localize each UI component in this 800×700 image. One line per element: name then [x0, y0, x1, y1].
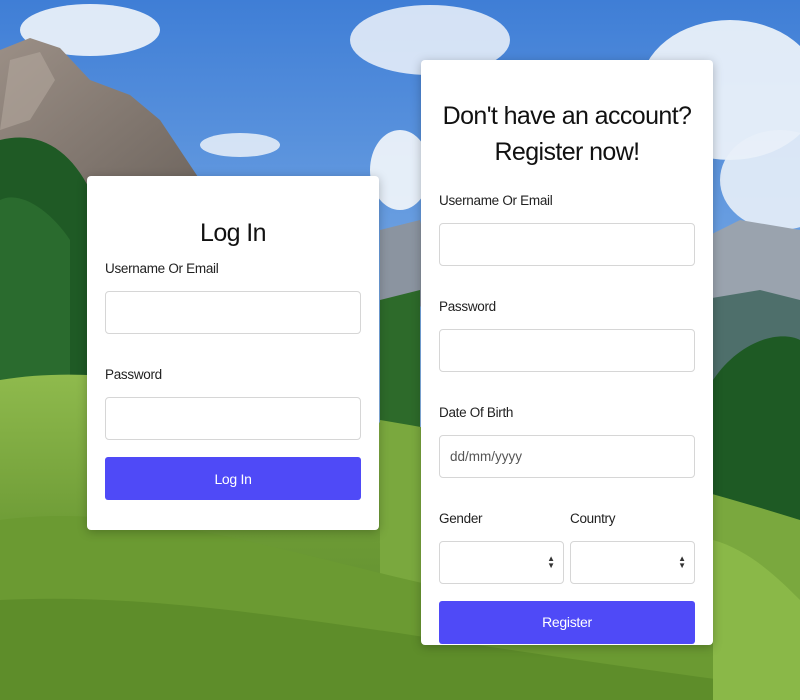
register-password-label: Password [439, 298, 496, 314]
register-country-select[interactable]: ▲ ▼ [570, 540, 695, 584]
login-button[interactable]: Log In [105, 457, 361, 501]
login-password-label: Password [105, 367, 162, 383]
register-dob-input[interactable] [439, 434, 695, 478]
register-dob-label: Date Of Birth [439, 404, 514, 420]
register-username-label: Username Or Email [439, 192, 553, 208]
updown-chevron-icon: ▲ ▼ [547, 553, 555, 570]
register-country-label: Country [570, 510, 616, 526]
register-title: Don't have an account? Register now! [442, 102, 692, 167]
login-username-input[interactable] [105, 291, 361, 335]
updown-chevron-icon: ▲ ▼ [678, 553, 686, 570]
login-password-input[interactable] [105, 397, 361, 441]
register-gender-select[interactable]: ▲ ▼ [439, 540, 564, 584]
register-gender-label: Gender [439, 510, 483, 526]
register-username-input[interactable] [439, 222, 695, 266]
register-password-input[interactable] [439, 328, 695, 372]
page-background: Log In Username Or Email Password Log In… [0, 0, 800, 700]
login-username-label: Username Or Email [105, 261, 219, 277]
login-card: Log In Username Or Email Password Log In [87, 176, 379, 530]
register-button[interactable]: Register [439, 600, 695, 644]
login-title: Log In [200, 219, 267, 247]
register-card: Don't have an account? Register now! Use… [421, 60, 713, 645]
